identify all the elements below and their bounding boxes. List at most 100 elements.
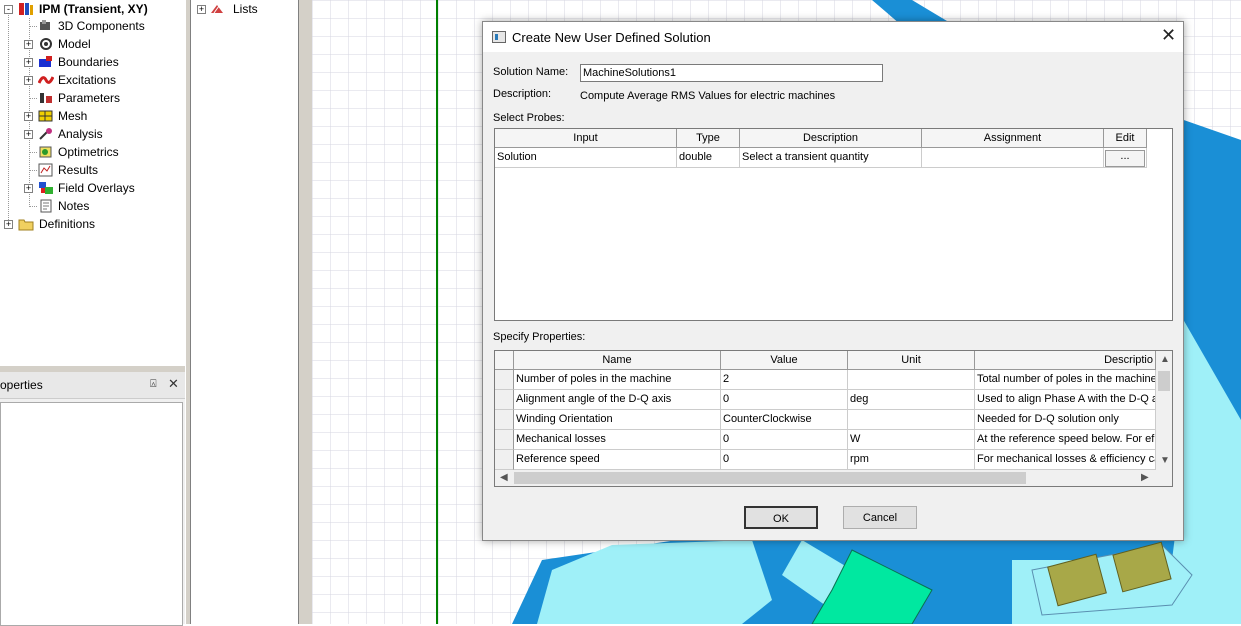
property-unit-cell[interactable]: deg [848,390,975,410]
property-description-cell[interactable]: For mechanical losses & efficiency cal [975,450,1156,470]
scrollbar-thumb[interactable] [1158,371,1170,391]
select-probes-label: Select Probes: [493,112,565,124]
property-name-cell[interactable]: Winding Orientation [514,410,721,430]
column-header-description[interactable]: Descriptio [975,351,1156,370]
close-button[interactable]: ✕ [1161,25,1176,45]
horizontal-scrollbar[interactable]: ◀ ▶ [495,470,1172,486]
tree-item-label: 3D Components [58,19,145,33]
probes-grid[interactable]: Input Type Description Assignment Edit S… [494,128,1173,321]
property-name-cell[interactable]: Alignment angle of the D-Q axis [514,390,721,410]
dialog-title: Create New User Defined Solution [512,30,711,45]
property-value-cell[interactable]: 2 [721,370,848,390]
lists-pane: + Lists [191,0,298,624]
property-description-cell[interactable]: Used to align Phase A with the D-Q a [975,390,1156,410]
tree-item-analysis[interactable]: + Analysis [0,125,185,143]
properties-panel-header: operties ⍓ ✕ [0,372,185,399]
column-header-edit[interactable]: Edit [1104,129,1147,148]
tree-item-label: Field Overlays [58,181,135,195]
property-unit-cell[interactable]: W [848,430,975,450]
vertical-splitter[interactable] [298,0,312,624]
tree-item-label: IPM (Transient, XY) [39,2,148,16]
probe-type-cell[interactable]: double [677,148,740,168]
probe-input-cell[interactable]: Solution [495,148,677,168]
tree-item-model[interactable]: + Model [0,35,185,53]
column-header-name[interactable]: Name [514,351,721,370]
column-header-type[interactable]: Type [677,129,740,148]
create-user-defined-solution-dialog[interactable]: Create New User Defined Solution ✕ Solut… [482,21,1184,541]
properties-grid[interactable]: Name Value Unit Descriptio Number of pol… [494,350,1173,487]
column-header-assignment[interactable]: Assignment [922,129,1104,148]
property-value-cell[interactable]: 0 [721,430,848,450]
analysis-icon [39,128,52,140]
property-unit-cell[interactable] [848,410,975,430]
excitations-icon [38,76,54,84]
edit-probe-button[interactable]: ... [1105,150,1145,167]
column-header-description[interactable]: Description [740,129,922,148]
property-name-cell[interactable]: Reference speed [514,450,721,470]
vertical-scrollbar[interactable]: ▲ ▼ [1156,351,1172,470]
project-tree[interactable]: - IPM (Transient, XY) 3D Components + Mo… [0,0,185,366]
property-unit-cell[interactable]: rpm [848,450,975,470]
folder-icon [18,219,34,231]
tree-item-label: Lists [233,2,258,16]
probe-description-cell[interactable]: Select a transient quantity [740,148,922,168]
field-overlays-icon [39,182,53,194]
tree-item-parameters[interactable]: Parameters [0,89,185,107]
tree-item-label: Parameters [58,91,121,105]
tree-item-label: Excitations [58,73,117,87]
scroll-left-icon[interactable]: ◀ [500,472,508,483]
row-header[interactable] [495,410,514,430]
row-header[interactable] [495,450,514,470]
boundaries-icon [39,56,52,67]
row-header[interactable] [495,370,514,390]
row-header[interactable] [495,430,514,450]
dialog-titlebar[interactable]: Create New User Defined Solution ✕ [483,22,1183,52]
tree-item-excitations[interactable]: + Excitations [0,71,185,89]
tree-item-boundaries[interactable]: + Boundaries [0,53,185,71]
tree-item-mesh[interactable]: + Mesh [0,107,185,125]
property-value-cell[interactable]: 0 [721,390,848,410]
column-header-unit[interactable]: Unit [848,351,975,370]
property-description-cell[interactable]: Needed for D-Q solution only [975,410,1156,430]
description-label: Description: [493,88,552,100]
solution-name-input[interactable] [580,64,883,82]
cancel-button[interactable]: Cancel [843,506,917,529]
tree-item-results[interactable]: Results [0,161,185,179]
row-header[interactable] [495,390,514,410]
tree-item-project[interactable]: - IPM (Transient, XY) [0,0,185,18]
probe-assignment-cell[interactable] [922,148,1104,168]
tree-item-label: Mesh [58,109,88,123]
column-header-value[interactable]: Value [721,351,848,370]
property-name-cell[interactable]: Number of poles in the machine [514,370,721,390]
property-unit-cell[interactable] [848,370,975,390]
tree-item-notes[interactable]: Notes [0,197,185,215]
property-description-cell[interactable]: Total number of poles in the machine [975,370,1156,390]
tree-item-optimetrics[interactable]: Optimetrics [0,143,185,161]
pin-icon[interactable]: ⍓ [150,378,157,391]
column-header-input[interactable]: Input [495,129,677,148]
tree-item-field-overlays[interactable]: + Field Overlays [0,179,185,197]
property-value-cell[interactable]: CounterClockwise [721,410,848,430]
property-description-cell[interactable]: At the reference speed below. For ef [975,430,1156,450]
tree-item-label: Results [58,163,99,177]
scrollbar-thumb[interactable] [514,472,1026,484]
components-icon [40,20,50,30]
tree-item-label: Model [58,37,91,51]
properties-panel-body [0,402,183,626]
property-name-cell[interactable]: Mechanical losses [514,430,721,450]
tree-item-lists[interactable]: + Lists [195,0,295,18]
parameters-icon [40,93,52,103]
window-icon [492,31,506,43]
scroll-right-icon[interactable]: ▶ [1141,472,1149,483]
tree-item-label: Analysis [58,127,103,141]
tree-item-definitions[interactable]: + Definitions [0,215,185,233]
tree-item-3d-components[interactable]: 3D Components [0,17,185,35]
tree-item-label: Optimetrics [58,145,119,159]
properties-panel: operties ⍓ ✕ [0,372,185,626]
property-value-cell[interactable]: 0 [721,450,848,470]
ok-button[interactable]: OK [744,506,818,529]
scroll-down-icon[interactable]: ▼ [1160,455,1170,466]
close-icon[interactable]: ✕ [168,376,179,392]
tree-item-label: Definitions [39,217,96,231]
scroll-up-icon[interactable]: ▲ [1160,354,1170,365]
